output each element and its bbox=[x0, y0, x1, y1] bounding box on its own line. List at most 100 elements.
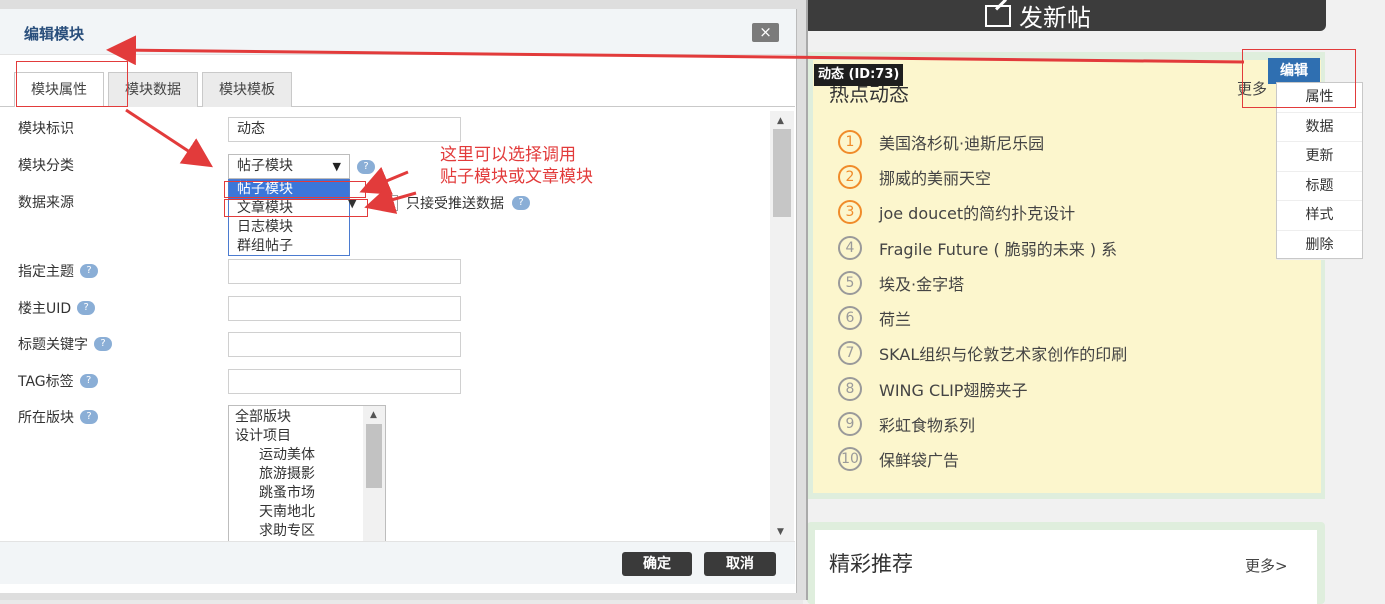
hot-news-item[interactable]: 3 joe doucet的简约扑克设计 bbox=[838, 195, 1127, 230]
keyword-label: 标题关键字? bbox=[18, 334, 112, 354]
board-option[interactable]: 设计项目 bbox=[235, 427, 315, 446]
chevron-down-icon: ▼ bbox=[332, 160, 341, 173]
category-select[interactable]: 帖子模块 ▼ bbox=[228, 154, 350, 179]
annotation-note: 这里可以选择调用 贴子模块或文章模块 bbox=[440, 144, 593, 188]
chevron-down-icon: ▼ bbox=[348, 197, 357, 210]
keyword-label-text: 标题关键字 bbox=[18, 337, 88, 353]
scroll-down-icon[interactable]: ▼ bbox=[777, 527, 784, 537]
help-icon[interactable]: ? bbox=[512, 196, 530, 210]
category-label-text: 模块分类 bbox=[18, 158, 74, 174]
hot-news-item-text: WING CLIP翅膀夹子 bbox=[879, 380, 1028, 400]
tag-input[interactable] bbox=[228, 369, 461, 394]
hot-news-item[interactable]: 5 埃及·金字塔 bbox=[838, 265, 1127, 300]
hot-news-item[interactable]: 9 彩虹食物系列 bbox=[838, 406, 1127, 441]
help-icon[interactable]: ? bbox=[80, 264, 98, 278]
rank-badge: 1 bbox=[838, 129, 862, 154]
hot-news-item-text: Fragile Future ( 脆弱的未来 ) 系 bbox=[879, 239, 1118, 259]
menu-item-update[interactable]: 更新 bbox=[1277, 142, 1362, 172]
datasource-label: 数据来源 bbox=[18, 192, 74, 212]
hot-news-item[interactable]: 10 保鲜袋广告 bbox=[838, 442, 1127, 477]
category-option[interactable]: 群组帖子 bbox=[229, 237, 349, 256]
keyword-input[interactable] bbox=[228, 332, 461, 357]
confirm-button[interactable]: 确定 bbox=[622, 552, 692, 576]
rank-badge: 2 bbox=[838, 164, 862, 189]
board-option[interactable]: 跳蚤市场 bbox=[235, 484, 315, 503]
menu-item-data[interactable]: 数据 bbox=[1277, 113, 1362, 142]
tab-block-template[interactable]: 模块模板 bbox=[202, 72, 292, 107]
category-select-value: 帖子模块 bbox=[237, 158, 293, 174]
highlight-box-tab bbox=[16, 61, 128, 107]
board-option[interactable]: 全部版块 bbox=[235, 408, 315, 427]
scroll-up-icon[interactable]: ▲ bbox=[370, 410, 377, 420]
dialog-title: 编辑模块 bbox=[24, 25, 85, 43]
rank-badge: 8 bbox=[838, 376, 862, 401]
annotation-line-1: 这里可以选择调用 bbox=[440, 145, 576, 165]
hot-news-item-text: SKAL组织与伦敦艺术家创作的印刷 bbox=[879, 345, 1128, 365]
help-icon[interactable]: ? bbox=[357, 160, 375, 174]
identifier-input[interactable]: 动态 bbox=[228, 117, 461, 142]
help-icon[interactable]: ? bbox=[77, 301, 96, 315]
dialog-header: 编辑模块 × bbox=[0, 9, 796, 55]
board-multiselect[interactable]: 全部版块 设计项目 运动美体 旅游摄影 跳蚤市场 天南地北 求助专区 ▲ bbox=[228, 405, 386, 542]
hot-news-item-text: 挪威的美丽天空 bbox=[879, 168, 992, 188]
help-icon[interactable]: ? bbox=[80, 410, 98, 424]
block-id-tag: 动态 (ID:73) bbox=[814, 64, 904, 86]
push-only-checkbox[interactable] bbox=[382, 195, 398, 211]
board-scroll-thumb[interactable] bbox=[366, 424, 382, 488]
board-label: 所在版块? bbox=[18, 407, 98, 427]
hot-news-item[interactable]: 1 美国洛杉矶·迪斯尼乐园 bbox=[838, 124, 1127, 159]
recommend-panel: 精彩推荐 更多> bbox=[807, 522, 1325, 604]
board-option[interactable]: 旅游摄影 bbox=[235, 465, 315, 484]
topic-label-text: 指定主题 bbox=[18, 264, 74, 280]
hot-news-item[interactable]: 2 挪威的美丽天空 bbox=[838, 159, 1127, 194]
rank-badge: 10 bbox=[838, 447, 862, 472]
hot-news-item-text: 彩虹食物系列 bbox=[879, 416, 976, 436]
rank-badge: 9 bbox=[838, 412, 862, 437]
hot-news-item[interactable]: 8 WING CLIP翅膀夹子 bbox=[838, 371, 1127, 406]
category-label: 模块分类 bbox=[18, 155, 74, 175]
rank-badge: 4 bbox=[838, 235, 862, 260]
help-icon[interactable]: ? bbox=[79, 374, 98, 388]
hot-news-item[interactable]: 7 SKAL组织与伦敦艺术家创作的印刷 bbox=[838, 336, 1127, 371]
hot-news-item-text: 埃及·金字塔 bbox=[879, 274, 965, 294]
board-option[interactable]: 求助专区 bbox=[235, 522, 315, 541]
highlight-box-option-article bbox=[224, 199, 368, 217]
dialog-footer: 确定 取消 bbox=[0, 541, 795, 584]
push-only-checkbox-row[interactable]: 只接受推送数据 ? bbox=[382, 193, 530, 213]
menu-item-delete[interactable]: 删除 bbox=[1277, 231, 1362, 260]
hot-news-item[interactable]: 6 荷兰 bbox=[838, 300, 1127, 335]
push-only-label: 只接受推送数据 bbox=[406, 196, 504, 212]
menu-item-style[interactable]: 样式 bbox=[1277, 201, 1362, 231]
board-label-text: 所在版块 bbox=[18, 410, 74, 426]
block-context-menu: 属性 数据 更新 标题 样式 删除 bbox=[1276, 82, 1363, 260]
topic-label: 指定主题? bbox=[18, 261, 98, 281]
cancel-button[interactable]: 取消 bbox=[704, 552, 776, 576]
rank-badge: 5 bbox=[838, 270, 862, 295]
highlight-box-option-post bbox=[224, 181, 366, 198]
new-post-button[interactable]: 发新帖 bbox=[803, 0, 1326, 32]
menu-item-title[interactable]: 标题 bbox=[1277, 172, 1362, 201]
datasource-label-text: 数据来源 bbox=[18, 195, 74, 211]
board-scrollbar[interactable]: ▲ bbox=[363, 406, 385, 541]
owner-uid-input[interactable] bbox=[228, 296, 461, 321]
scroll-up-icon[interactable]: ▲ bbox=[777, 116, 784, 126]
owner-uid-label: 楼主UID? bbox=[18, 298, 96, 318]
recommend-more-link[interactable]: 更多> bbox=[1245, 555, 1288, 576]
close-icon[interactable]: × bbox=[752, 23, 779, 42]
category-option[interactable]: 日志模块 bbox=[229, 218, 349, 237]
hot-news-item-text: 保鲜袋广告 bbox=[879, 451, 960, 471]
hot-news-item[interactable]: 4 Fragile Future ( 脆弱的未来 ) 系 bbox=[838, 230, 1127, 265]
hot-news-list: 1 美国洛杉矶·迪斯尼乐园 2 挪威的美丽天空 3 joe doucet的简约扑克设计… bbox=[838, 124, 1127, 477]
board-option[interactable]: 天南地北 bbox=[235, 503, 315, 522]
tag-label-text: TAG标签 bbox=[18, 374, 74, 390]
owner-uid-label-text: 楼主UID bbox=[18, 301, 72, 317]
identifier-label: 模块标识 bbox=[18, 118, 74, 138]
help-icon[interactable]: ? bbox=[94, 337, 112, 351]
dialog-scrollbar[interactable]: ▲ ▼ bbox=[770, 111, 794, 541]
dialog-scroll-thumb[interactable] bbox=[773, 129, 791, 217]
board-option[interactable]: 运动美体 bbox=[235, 446, 315, 465]
recommend-panel-body: 精彩推荐 更多> bbox=[815, 530, 1317, 604]
hot-news-item-text: joe doucet的简约扑克设计 bbox=[879, 204, 1076, 224]
topic-input[interactable] bbox=[228, 259, 461, 284]
hot-news-item-text: 美国洛杉矶·迪斯尼乐园 bbox=[879, 133, 1045, 153]
